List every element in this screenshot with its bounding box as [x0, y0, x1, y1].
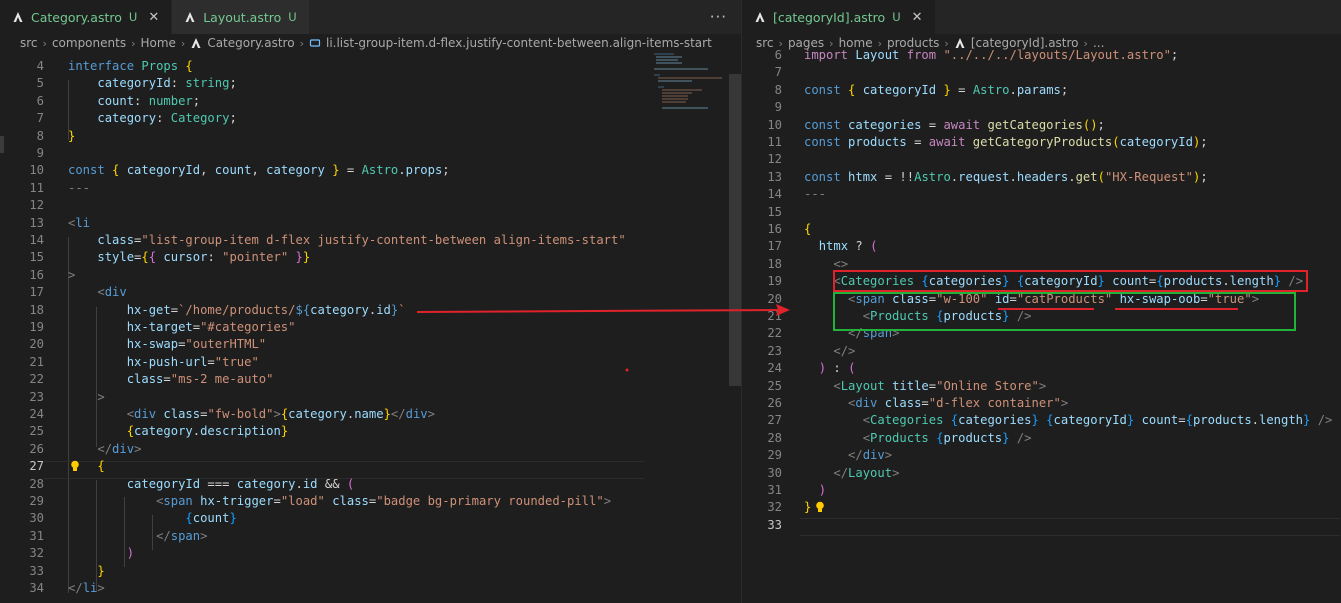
breadcrumb-item[interactable]: Home	[140, 36, 175, 50]
chevron-right-icon: ›	[180, 36, 186, 50]
astro-icon	[191, 38, 201, 48]
element-icon	[309, 39, 321, 47]
astro-icon	[755, 12, 765, 22]
tab-status: U	[128, 10, 138, 24]
current-line-number: 27	[29, 459, 44, 474]
tab-status: U	[892, 10, 901, 24]
right-editor-pane: [categoryId].astro U ✕ src › pages › hom…	[741, 0, 1341, 603]
tab-categoryid-astro[interactable]: [categoryId].astro U ✕	[742, 0, 936, 34]
close-icon[interactable]: ✕	[148, 10, 159, 25]
tab-layout-astro[interactable]: Layout.astro U	[172, 0, 310, 34]
breadcrumb: src › components › Home › Category.astro…	[0, 34, 741, 52]
breadcrumb-item[interactable]: li.list-group-item.d-flex.justify-conten…	[326, 36, 712, 50]
more-actions-icon[interactable]: ···	[710, 8, 727, 26]
breadcrumb-item[interactable]: Category.astro	[207, 36, 294, 50]
chevron-right-icon: ›	[131, 36, 136, 50]
tab-status: U	[288, 10, 297, 24]
tab-label: Category.astro	[31, 9, 122, 25]
chevron-right-icon: ›	[299, 36, 304, 50]
close-icon[interactable]: ✕	[912, 10, 923, 25]
right-tab-bar: [categoryId].astro U ✕	[742, 0, 1341, 34]
scrollbar-thumb[interactable]	[729, 74, 741, 386]
tab-label: [categoryId].astro	[773, 9, 886, 25]
tab-category-astro[interactable]: Category.astro U ✕	[0, 0, 173, 34]
astro-icon	[185, 12, 195, 22]
breadcrumb-item[interactable]: src	[20, 36, 38, 50]
tab-label: Layout.astro	[203, 9, 282, 25]
breadcrumb-item[interactable]: components	[52, 36, 126, 50]
left-editor-pane: Category.astro U ✕ Layout.astro U ··· sr…	[0, 0, 741, 603]
lightbulb-icon[interactable]	[70, 460, 80, 472]
astro-icon	[13, 12, 23, 22]
lightbulb-icon[interactable]	[815, 501, 825, 513]
left-tab-bar: Category.astro U ✕ Layout.astro U ···	[0, 0, 741, 34]
minimap[interactable]	[652, 52, 728, 112]
chevron-right-icon: ›	[42, 36, 47, 50]
